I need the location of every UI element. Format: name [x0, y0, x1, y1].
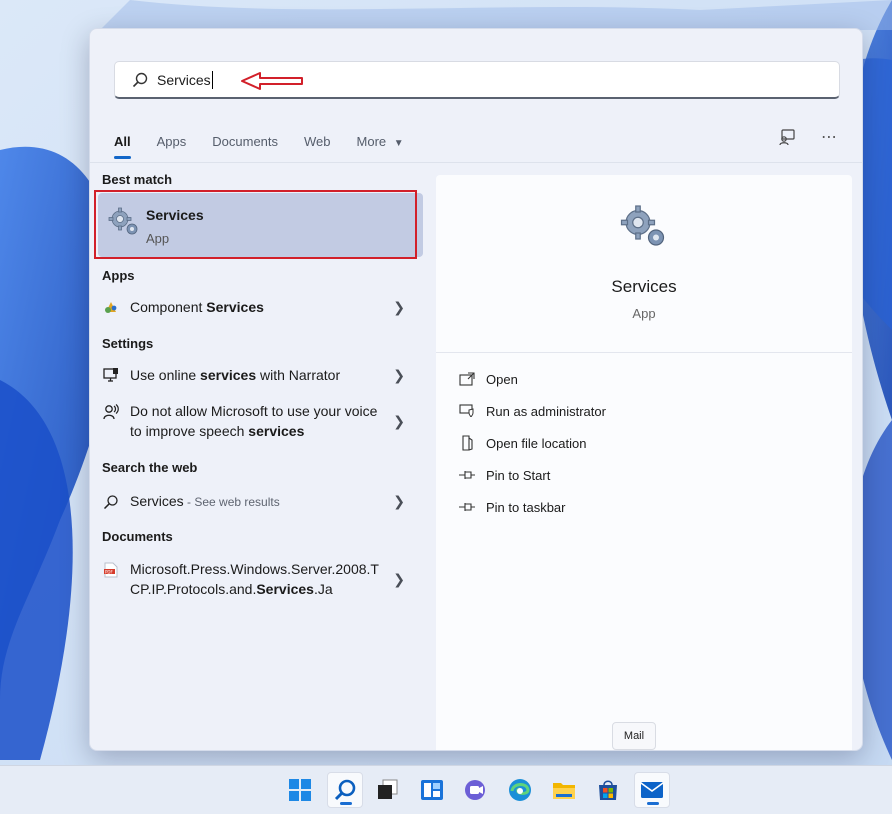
taskbar — [0, 765, 892, 814]
chevron-right-icon: ❯ — [393, 298, 405, 315]
search-icon — [334, 779, 356, 801]
tab-more-label: More — [356, 133, 387, 149]
list-item-document[interactable]: PDF Microsoft.Press.Windows.Server.2008.… — [98, 559, 423, 599]
search-query: Services — [157, 70, 213, 89]
task-view-icon — [378, 779, 398, 799]
action-open-file-location[interactable]: Open file location — [458, 435, 586, 451]
store-icon — [599, 780, 617, 800]
preview-kind: App — [632, 306, 656, 321]
taskbar-search-button[interactable] — [327, 772, 363, 808]
edge-button[interactable] — [502, 772, 538, 808]
text-caret — [211, 70, 213, 89]
chevron-right-icon: ❯ — [393, 570, 405, 587]
start-icon — [289, 779, 311, 801]
section-search-web: Search the web — [102, 460, 198, 475]
list-item-web-search[interactable]: Services - See web results ❯ — [98, 491, 423, 512]
tab-actions: ⋯ — [756, 126, 840, 148]
pin-icon — [458, 467, 476, 483]
list-item-text: Component Services — [130, 299, 264, 315]
chevron-right-icon: ❯ — [393, 366, 405, 383]
action-run-as-admin[interactable]: Run as administrator — [458, 403, 606, 419]
search-input[interactable]: Services — [114, 61, 840, 99]
tab-documents[interactable]: Documents — [212, 134, 278, 149]
search-icon — [132, 72, 148, 87]
action-pin-to-taskbar[interactable]: Pin to taskbar — [458, 499, 566, 515]
voice-person-icon — [102, 403, 120, 421]
file-explorer-icon — [553, 783, 575, 799]
tab-more[interactable]: More ▼ — [357, 134, 404, 149]
action-label: Run as administrator — [486, 403, 606, 419]
file-explorer-button[interactable] — [546, 772, 582, 808]
start-button[interactable] — [282, 772, 318, 808]
chevron-right-icon: ❯ — [393, 412, 405, 429]
open-icon — [458, 371, 476, 387]
feedback-icon[interactable] — [776, 126, 798, 148]
list-item-text: Do not allow Microsoft to use your voice… — [130, 403, 378, 439]
chevron-right-icon: ❯ — [393, 493, 405, 509]
shield-icon — [458, 403, 476, 419]
action-pin-to-start[interactable]: Pin to Start — [458, 467, 550, 483]
mail-button[interactable] — [634, 772, 670, 808]
store-button[interactable] — [590, 772, 626, 808]
section-documents: Documents — [102, 529, 173, 544]
action-label: Pin to taskbar — [486, 499, 566, 515]
section-apps: Apps — [102, 268, 135, 283]
preview-title: Services — [611, 277, 677, 296]
preview-divider — [436, 352, 852, 353]
pin-icon — [458, 499, 476, 515]
services-gear-icon — [620, 205, 665, 246]
widgets-button[interactable] — [414, 772, 450, 808]
search-panel: Services All Apps Documents Web More ▼ ⋯… — [89, 28, 863, 751]
list-item-text: Services - See web results — [130, 493, 280, 509]
component-services-icon — [102, 298, 120, 316]
action-label: Open file location — [486, 435, 587, 451]
edge-icon — [509, 779, 531, 801]
filter-tabs: All Apps Documents Web More ▼ — [114, 127, 430, 159]
annotation-highlight-box — [94, 190, 417, 259]
action-label: Pin to Start — [486, 467, 551, 483]
list-item-narrator-services[interactable]: Use online services with Narrator ❯ — [98, 365, 423, 385]
widgets-icon — [421, 780, 443, 800]
list-item-component-services[interactable]: Component Services ❯ — [98, 297, 423, 317]
search-query-text: Services — [157, 71, 211, 88]
chevron-down-icon: ▼ — [393, 137, 404, 149]
teams-chat-button[interactable] — [458, 772, 494, 808]
action-open[interactable]: Open — [458, 371, 518, 387]
pdf-file-icon: PDF — [102, 561, 120, 579]
section-settings: Settings — [102, 336, 154, 351]
task-view-button[interactable] — [370, 772, 406, 808]
mail-icon — [640, 782, 664, 798]
mail-tooltip: Mail — [612, 722, 656, 750]
tab-all[interactable]: All — [114, 134, 131, 159]
narrator-icon — [102, 366, 120, 384]
more-options-icon[interactable]: ⋯ — [818, 126, 840, 148]
tab-web[interactable]: Web — [304, 134, 331, 149]
tab-apps[interactable]: Apps — [157, 134, 187, 149]
list-item-speech-services[interactable]: Do not allow Microsoft to use your voice… — [98, 401, 423, 441]
svg-text:PDF: PDF — [105, 569, 113, 574]
search-icon — [102, 493, 120, 511]
annotation-arrow-icon — [241, 72, 303, 90]
teams-chat-icon — [465, 780, 485, 800]
tabs-divider — [90, 162, 862, 163]
preview-pane: Services App Open Run as administrator O… — [436, 175, 852, 750]
section-best-match: Best match — [102, 172, 173, 187]
folder-icon — [458, 435, 476, 451]
action-label: Open — [486, 371, 518, 387]
list-item-text: Microsoft.Press.Windows.Server.2008.TCP.… — [130, 561, 379, 597]
list-item-text: Use online services with Narrator — [130, 367, 341, 383]
